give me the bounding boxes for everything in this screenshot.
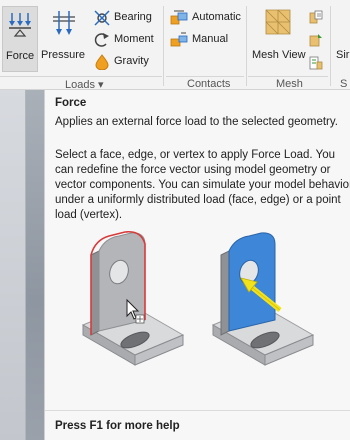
mesh-view-icon (265, 9, 291, 35)
force-load-illustration (81, 230, 315, 366)
separator (330, 6, 331, 86)
force-label: Force (6, 50, 35, 62)
separator (246, 6, 247, 86)
force-tooltip: Force Applies an external force load to … (44, 90, 350, 440)
convergence-settings-icon[interactable] (309, 56, 323, 70)
manual-label: Manual (192, 33, 229, 45)
moment-label: Moment (114, 33, 154, 45)
moment-button[interactable]: Moment (94, 32, 158, 50)
local-mesh-icon[interactable] (309, 33, 323, 47)
bearing-icon (94, 10, 110, 26)
gravity-icon (95, 54, 109, 70)
manual-contacts-icon (170, 32, 188, 47)
tooltip-summary: Applies an external force load to the se… (55, 116, 338, 128)
separator (163, 6, 164, 86)
gravity-button[interactable]: Gravity (94, 54, 158, 72)
force-icon (9, 13, 31, 37)
pressure-icon (53, 11, 75, 35)
tooltip-detail: Select a face, edge, or vertex to apply … (55, 149, 350, 221)
tooltip-footer: Press F1 for more help (45, 410, 350, 440)
contacts-panel-label: Contacts (187, 78, 231, 90)
bracket-face-selection-figure (211, 232, 315, 366)
browser-pane[interactable] (0, 90, 26, 440)
moment-icon (94, 33, 109, 47)
mesh-view-label: Mesh View (252, 49, 306, 61)
force-button[interactable]: Force (2, 6, 38, 72)
contacts-panel-divider (166, 76, 244, 77)
tooltip-title: Force (55, 97, 87, 109)
simulate-button[interactable]: Sir (334, 6, 350, 72)
ribbon: Force Pressure Bearing Moment Gravity Lo… (0, 0, 350, 91)
solve-panel-label: S (340, 78, 348, 90)
bearing-label: Bearing (114, 11, 152, 23)
model-workspace[interactable] (0, 90, 44, 440)
pressure-button[interactable]: Pressure (40, 6, 88, 72)
help-hint: Press F1 for more help (55, 420, 180, 432)
bracket-edge-selection-figure (81, 230, 185, 366)
mesh-panel-divider (248, 76, 328, 77)
mesh-panel-label: Mesh (276, 78, 303, 90)
mesh-settings-icon[interactable] (309, 10, 323, 24)
gravity-label: Gravity (114, 55, 149, 67)
automatic-contacts-icon (170, 10, 188, 25)
simulate-label: Sir (336, 49, 350, 61)
mesh-view-button[interactable]: Mesh View (250, 6, 306, 72)
automatic-label: Automatic (192, 11, 241, 23)
automatic-contacts-button[interactable]: Automatic (170, 10, 246, 28)
bearing-button[interactable]: Bearing (94, 10, 158, 28)
loads-panel-divider (0, 76, 162, 77)
pressure-label: Pressure (41, 49, 86, 61)
manual-contacts-button[interactable]: Manual (170, 32, 246, 50)
